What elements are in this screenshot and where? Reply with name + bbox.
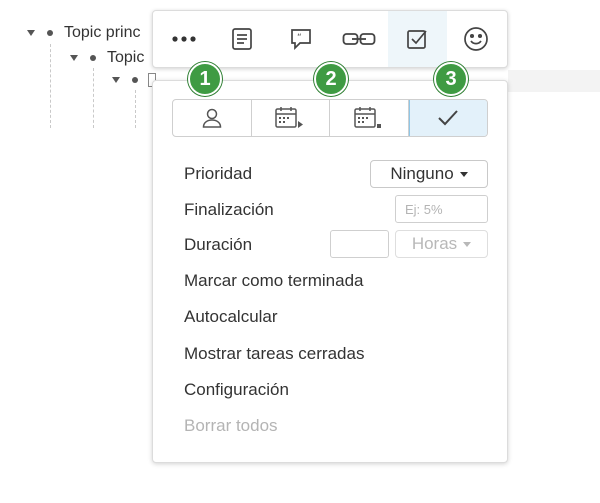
clear-all-option: Borrar todos bbox=[184, 416, 278, 435]
collapse-arrow-icon[interactable] bbox=[27, 30, 35, 36]
link-icon bbox=[342, 33, 376, 45]
duration-input[interactable] bbox=[330, 230, 389, 258]
chevron-down-icon bbox=[459, 171, 468, 177]
duration-unit-select[interactable]: Horas bbox=[395, 230, 488, 258]
emoji-icon bbox=[463, 27, 488, 51]
duration-unit-value: Horas bbox=[411, 234, 458, 253]
topic-toolbar: “ bbox=[152, 10, 508, 68]
priority-value: Ninguno bbox=[390, 164, 454, 183]
link-button[interactable] bbox=[330, 11, 388, 67]
tab-due-date[interactable] bbox=[330, 100, 409, 136]
bullet-icon bbox=[90, 55, 96, 61]
step-badge-3: 3 bbox=[434, 62, 468, 96]
tab-start-date[interactable] bbox=[252, 100, 330, 136]
note-icon bbox=[232, 28, 253, 50]
comment-icon: “ bbox=[290, 29, 311, 51]
completion-input[interactable] bbox=[395, 195, 488, 223]
topic-main[interactable]: Topic princ bbox=[64, 24, 140, 42]
topic-row-highlight bbox=[508, 70, 600, 92]
task-icon bbox=[407, 30, 428, 49]
start-date-icon bbox=[275, 107, 304, 128]
completion-label: Finalización bbox=[184, 200, 274, 219]
collapse-arrow-icon[interactable] bbox=[112, 77, 120, 83]
more-button[interactable] bbox=[155, 11, 213, 67]
due-date-icon bbox=[354, 107, 381, 128]
auto-calc-option[interactable]: Autocalcular bbox=[184, 307, 278, 327]
bullet-icon bbox=[47, 30, 53, 36]
priority-label: Prioridad bbox=[184, 164, 253, 183]
step-badge-1: 1 bbox=[188, 62, 222, 96]
show-closed-option[interactable]: Mostrar tareas cerradas bbox=[184, 344, 364, 364]
task-button[interactable] bbox=[388, 11, 447, 67]
comment-button[interactable]: “ bbox=[272, 11, 330, 67]
tab-completion[interactable] bbox=[408, 100, 487, 136]
step-badge-2: 2 bbox=[314, 62, 348, 96]
task-panel: Prioridad Ninguno Finalización Duración … bbox=[152, 80, 508, 463]
bullet-icon bbox=[132, 77, 138, 83]
settings-option[interactable]: Configuración bbox=[184, 380, 289, 400]
chevron-down-icon bbox=[463, 241, 472, 247]
note-button[interactable] bbox=[213, 11, 271, 67]
mark-done-option[interactable]: Marcar como terminada bbox=[184, 271, 364, 291]
tree-connector bbox=[50, 44, 51, 128]
topic-sub[interactable]: Topic bbox=[107, 49, 144, 67]
tree-connector bbox=[93, 68, 94, 128]
svg-text:“: “ bbox=[297, 33, 302, 43]
user-icon bbox=[202, 108, 222, 128]
checkmark-icon bbox=[438, 110, 458, 126]
tab-assignee[interactable] bbox=[173, 100, 252, 136]
priority-select[interactable]: Ninguno bbox=[370, 160, 488, 188]
tree-connector bbox=[135, 90, 136, 128]
emoji-button[interactable] bbox=[447, 11, 505, 67]
more-icon bbox=[172, 36, 196, 42]
collapse-arrow-icon[interactable] bbox=[70, 55, 78, 61]
duration-label: Duración bbox=[184, 235, 253, 254]
task-tabs bbox=[172, 99, 488, 137]
